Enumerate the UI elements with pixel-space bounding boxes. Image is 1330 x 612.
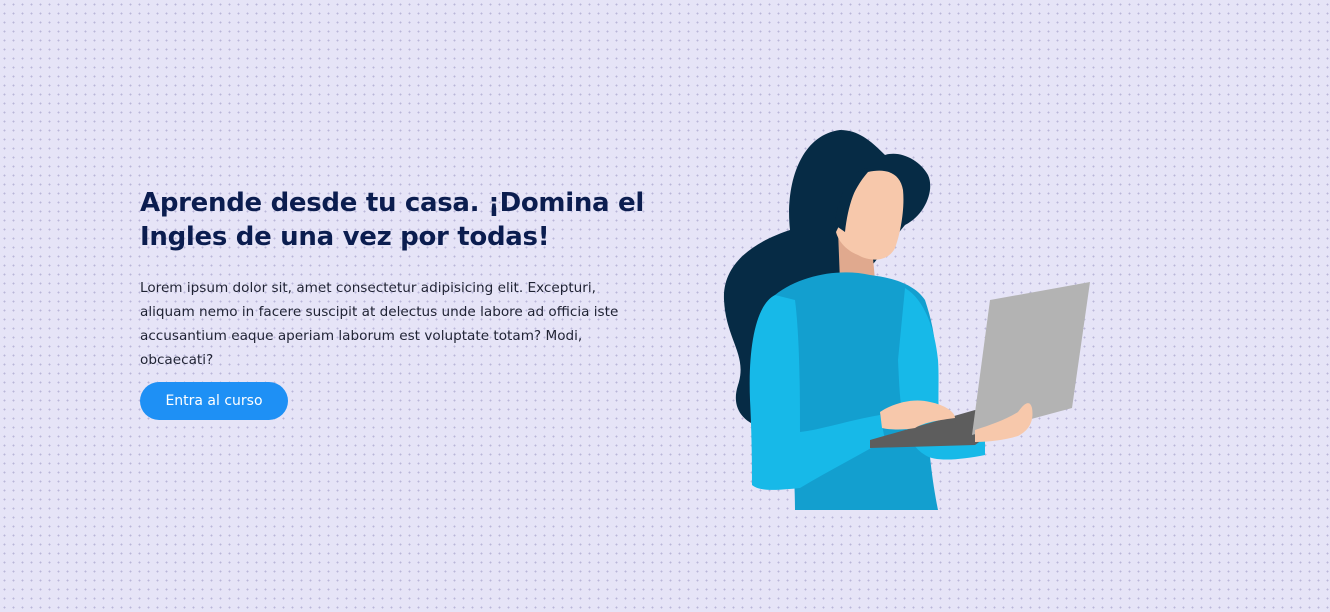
woman-with-laptop-illustration — [723, 130, 1090, 510]
hero-title: Aprende desde tu casa. ¡Domina el Ingles… — [140, 188, 644, 252]
hero-text-block: Aprende desde tu casa. ¡Domina el Ingles… — [140, 186, 660, 420]
hero-section: Aprende desde tu casa. ¡Domina el Ingles… — [0, 0, 1330, 612]
hero-description: Lorem ipsum dolor sit, amet consectetur … — [140, 280, 619, 368]
course-entry-button[interactable]: Entra al curso — [140, 382, 288, 420]
